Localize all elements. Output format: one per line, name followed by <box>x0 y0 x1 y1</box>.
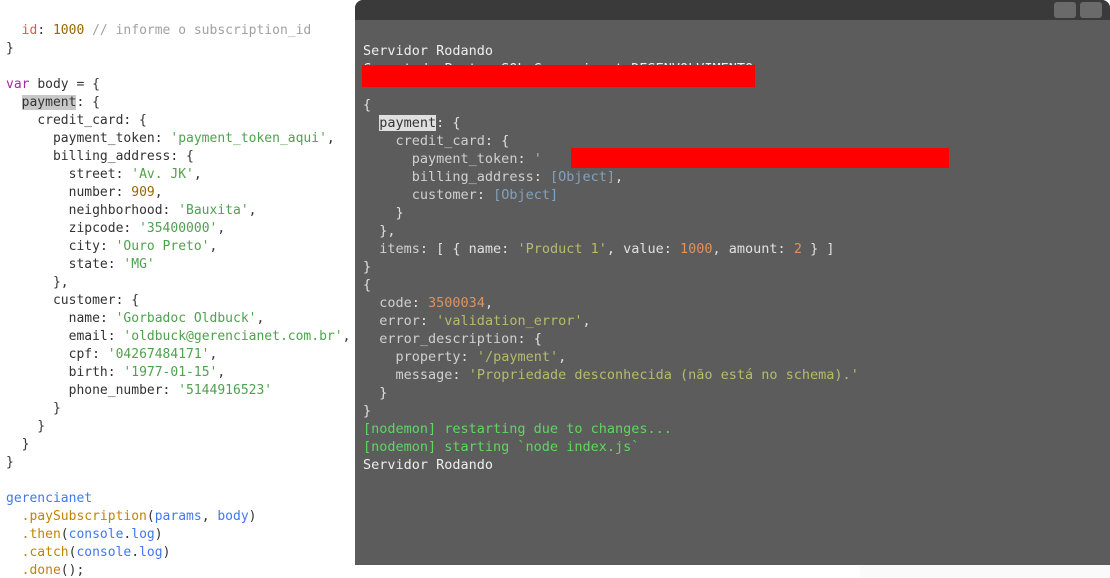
terminal-titlebar[interactable] <box>355 0 1110 20</box>
nodemon-line: [nodemon] starting `node index.js` <box>363 439 639 455</box>
window-button[interactable] <box>1054 2 1076 18</box>
log-line: Servidor Rodando <box>363 457 493 473</box>
log-line: Servidor Rodando <box>363 43 493 59</box>
redacted-block <box>571 148 949 168</box>
window-button[interactable] <box>1080 2 1102 18</box>
code-editor-pane[interactable]: id: 1000 // informe o subscription_id } … <box>0 0 355 578</box>
prop-id: id <box>22 23 38 38</box>
redacted-block <box>362 65 755 87</box>
selected-text: payment <box>379 115 436 131</box>
selected-text: payment <box>22 95 77 110</box>
nodemon-line: [nodemon] restarting due to changes... <box>363 421 672 437</box>
terminal-output[interactable]: Servidor Rodando Conectado PostgreSQL Ge… <box>355 20 1110 478</box>
